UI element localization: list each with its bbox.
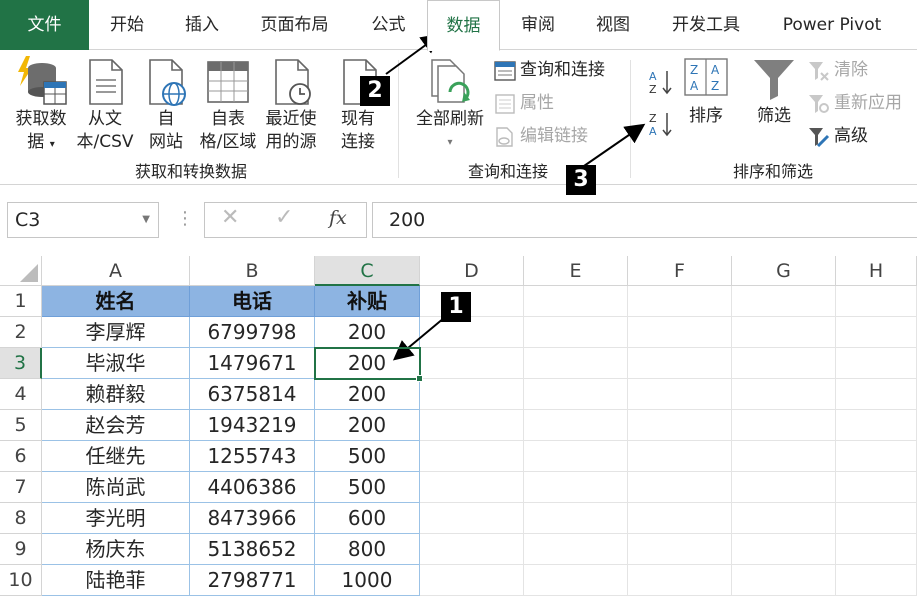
tab-data[interactable]: 数据 (427, 0, 500, 51)
callout-two: 2 (360, 76, 390, 106)
fill-handle[interactable] (416, 375, 423, 382)
callout-three: 3 (566, 165, 596, 195)
arrow-three (583, 123, 646, 167)
callout-one: 1 (441, 292, 471, 322)
active-cell-c3[interactable]: 200 (314, 347, 421, 380)
